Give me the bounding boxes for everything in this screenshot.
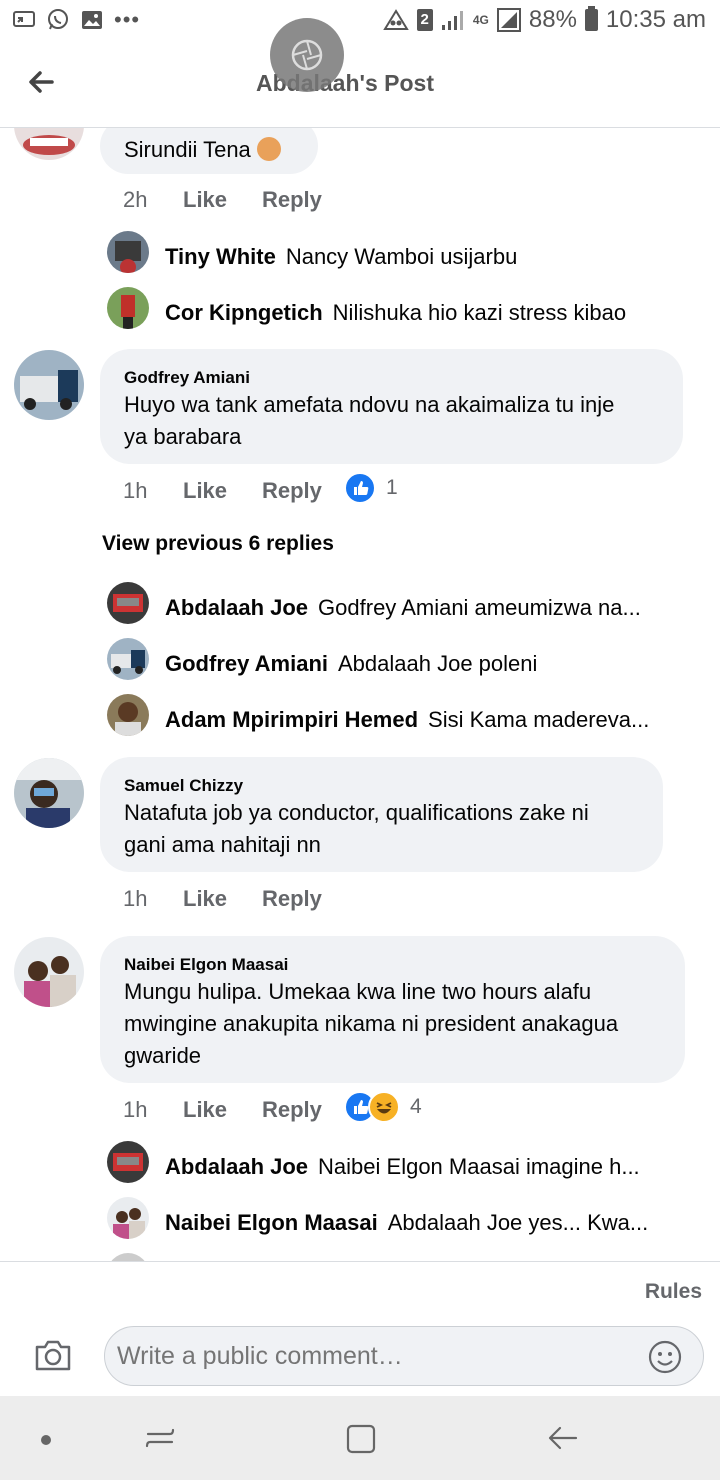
comment-bubble[interactable]: Sirundii Tena bbox=[100, 128, 318, 174]
reply-row[interactable]: Naibei Elgon Maasai Abdalaah Joe yes... K… bbox=[165, 1209, 695, 1237]
reply-row[interactable]: Adam Mpirimpiri Hemed Sisi Kama madereva.… bbox=[165, 706, 695, 734]
battery-icon bbox=[584, 6, 598, 31]
avatar[interactable] bbox=[107, 1197, 149, 1239]
more-dots-icon: ••• bbox=[114, 7, 141, 32]
comment-actions: 1h Like Reply bbox=[123, 886, 322, 912]
reply-author[interactable]: Tiny White bbox=[165, 244, 276, 269]
comment-text: Mungu hulipa. Umekaa kwa line two hours … bbox=[124, 979, 619, 1068]
screen-mirror-icon bbox=[13, 11, 35, 27]
avatar[interactable] bbox=[14, 758, 84, 828]
avatar[interactable] bbox=[14, 128, 84, 160]
battery-percent: 88% bbox=[528, 6, 577, 33]
reply-row[interactable]: Cor Kipngetich Nilishuka hio kazi stress … bbox=[165, 299, 695, 327]
signal-icon bbox=[441, 11, 463, 30]
comment-input[interactable] bbox=[117, 1342, 633, 1371]
comment-bubble[interactable]: Godfrey Amiani Huyo wa tank amefata ndov… bbox=[100, 349, 683, 464]
view-previous-replies[interactable]: View previous 6 replies bbox=[102, 532, 334, 556]
camera-icon[interactable] bbox=[34, 1338, 72, 1372]
reaction-summary[interactable]: 4 bbox=[344, 1091, 422, 1123]
status-bar: ••• 2 4G 88% 10:35 am bbox=[0, 0, 720, 44]
data-saver-icon bbox=[382, 9, 409, 30]
signal-2-icon bbox=[496, 8, 521, 32]
reply-row[interactable]: Godfrey Amiani Abdalaah Joe poleni bbox=[165, 650, 695, 678]
comment-actions: 2h Like Reply bbox=[123, 187, 322, 213]
timestamp: 1h bbox=[123, 886, 148, 911]
dot-icon[interactable] bbox=[40, 1434, 52, 1446]
comment-author[interactable]: Godfrey Amiani bbox=[124, 367, 659, 389]
avatar[interactable] bbox=[107, 1141, 149, 1183]
reply-button[interactable]: Reply bbox=[262, 886, 322, 912]
clock: 10:35 am bbox=[605, 6, 706, 33]
reaction-count: 1 bbox=[386, 476, 398, 499]
whatsapp-icon bbox=[48, 9, 68, 30]
timestamp: 1h bbox=[123, 1097, 148, 1122]
avatar[interactable] bbox=[107, 231, 149, 273]
comment-composer: Rules bbox=[0, 1261, 720, 1396]
screenshot-overlay bbox=[270, 18, 344, 92]
comment-text: Huyo wa tank amefata ndovu na akaimaliza… bbox=[124, 392, 615, 449]
avatar[interactable] bbox=[107, 1253, 149, 1261]
recent-apps-icon[interactable] bbox=[144, 1422, 176, 1454]
like-button[interactable]: Like bbox=[183, 1097, 262, 1123]
post-header: Abdalaah's Post bbox=[0, 18, 720, 128]
reply-text: Abdalaah Joe yes... Kwa... bbox=[387, 1210, 649, 1235]
timestamp: 1h bbox=[123, 478, 148, 503]
emoji-icon bbox=[256, 137, 281, 161]
comment-input-box[interactable] bbox=[104, 1326, 704, 1386]
comment-author[interactable]: Samuel Chizzy bbox=[124, 775, 639, 797]
comments-feed[interactable]: Sirundii Tena 2h Like Reply Tiny White Na… bbox=[0, 128, 720, 1261]
system-nav-bar bbox=[0, 1396, 720, 1480]
reply-row[interactable]: Abdalaah Joe Godfrey Amiani ameumizwa na.… bbox=[165, 594, 695, 622]
reply-row[interactable]: Tiny White Nancy Wamboi usijarbu bbox=[165, 243, 695, 271]
reply-author[interactable]: Abdalaah Joe bbox=[165, 1154, 308, 1179]
reply-author[interactable]: Naibei Elgon Maasai bbox=[165, 1210, 378, 1235]
reply-row[interactable]: Abdalaah Joe Naibei Elgon Maasai imagine … bbox=[165, 1153, 695, 1181]
haha-reaction-icon bbox=[368, 1091, 400, 1123]
avatar[interactable] bbox=[14, 350, 84, 420]
gallery-icon bbox=[82, 11, 102, 29]
reply-text: Nancy Wamboi usijarbu bbox=[285, 244, 518, 269]
comment-text: Sirundii Tena bbox=[124, 134, 294, 166]
reply-text: Godfrey Amiani ameumizwa na... bbox=[318, 595, 641, 620]
emoji-icon[interactable] bbox=[648, 1340, 682, 1374]
reaction-summary[interactable]: 1 bbox=[344, 472, 398, 504]
reaction-count: 4 bbox=[410, 1095, 422, 1118]
rules-link[interactable]: Rules bbox=[645, 1280, 702, 1304]
comment-bubble[interactable]: Samuel Chizzy Natafuta job ya conductor,… bbox=[100, 757, 663, 872]
reply-text: Sisi Kama madereva... bbox=[428, 707, 650, 732]
reply-text: Nilishuka hio kazi stress kibao bbox=[332, 300, 627, 325]
back-icon[interactable] bbox=[546, 1422, 580, 1454]
comment-actions: 1h Like Reply bbox=[123, 1097, 322, 1123]
reply-author[interactable]: Godfrey Amiani bbox=[165, 651, 328, 676]
network-label: 4G bbox=[472, 13, 489, 27]
comment-bubble[interactable]: Naibei Elgon Maasai Mungu hulipa. Umekaa… bbox=[100, 936, 685, 1083]
like-button[interactable]: Like bbox=[183, 886, 262, 912]
reply-text: Abdalaah Joe poleni bbox=[338, 651, 538, 676]
page-title: Abdalaah's Post bbox=[255, 70, 434, 96]
avatar[interactable] bbox=[107, 694, 149, 736]
like-button[interactable]: Like bbox=[183, 478, 262, 504]
like-button[interactable]: Like bbox=[183, 187, 262, 213]
sim-badge: 2 bbox=[416, 9, 433, 31]
reply-author[interactable]: Adam Mpirimpiri Hemed bbox=[165, 707, 418, 732]
reply-author[interactable]: Cor Kipngetich bbox=[165, 300, 323, 325]
reply-button[interactable]: Reply bbox=[262, 187, 322, 213]
avatar[interactable] bbox=[107, 287, 149, 329]
avatar[interactable] bbox=[107, 638, 149, 680]
comment-actions: 1h Like Reply bbox=[123, 478, 322, 504]
aperture-icon bbox=[291, 39, 323, 71]
reply-author[interactable]: Abdalaah Joe bbox=[165, 595, 308, 620]
home-icon[interactable] bbox=[344, 1422, 378, 1456]
reply-button[interactable]: Reply bbox=[262, 1097, 322, 1123]
timestamp: 2h bbox=[123, 187, 148, 212]
comment-text: Natafuta job ya conductor, qualification… bbox=[124, 800, 589, 857]
avatar[interactable] bbox=[14, 937, 84, 1007]
avatar[interactable] bbox=[107, 582, 149, 624]
like-reaction-icon bbox=[344, 472, 376, 504]
reply-text: Naibei Elgon Maasai imagine h... bbox=[318, 1154, 640, 1179]
comment-author[interactable]: Naibei Elgon Maasai bbox=[124, 954, 661, 976]
reply-button[interactable]: Reply bbox=[262, 478, 322, 504]
